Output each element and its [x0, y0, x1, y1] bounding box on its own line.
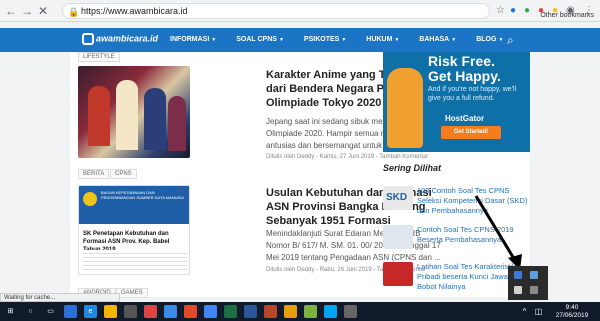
popular-thumbnail: SKD: [383, 186, 413, 210]
powerpoint-icon[interactable]: [264, 305, 277, 318]
site-logo[interactable]: awambicara.id: [82, 33, 158, 47]
anime-figure: [116, 80, 138, 150]
opera-icon[interactable]: [184, 305, 197, 318]
app-icon[interactable]: [324, 305, 337, 318]
app-icon[interactable]: [64, 305, 77, 318]
browser-toolbar: ← → ✕ 🔒 https://www.awambicara.id ☆ ● ● …: [0, 0, 600, 22]
caret-icon: ▼: [278, 37, 284, 43]
caret-icon: ▼: [498, 37, 504, 43]
network-icon[interactable]: ◫: [532, 305, 545, 318]
document-preview: [83, 250, 187, 272]
menu-item-hukum[interactable]: HUKUM ▼: [356, 28, 409, 52]
search-icon[interactable]: ○: [24, 305, 37, 318]
app-icon[interactable]: [164, 305, 177, 318]
menu-item-psikotes[interactable]: PSIKOTES ▼: [294, 28, 356, 52]
app-icon[interactable]: [344, 305, 357, 318]
ad-headline: Risk Free. Get Happy.: [428, 53, 501, 84]
ad-cta-button[interactable]: Get Started!: [441, 126, 501, 139]
lock-icon: 🔒: [68, 7, 80, 17]
star-icon[interactable]: ☆: [496, 4, 505, 18]
sidebar-title: Sering Dilihat: [383, 163, 442, 173]
caret-icon: ▼: [211, 37, 217, 43]
taskbar-clock[interactable]: 9:40 27/06/2019: [548, 304, 596, 320]
app-icon[interactable]: [144, 305, 157, 318]
caret-icon: ▼: [451, 37, 457, 43]
tag-lifestyle[interactable]: LIFESTYLE: [78, 52, 120, 62]
popular-thumbnail: [383, 262, 413, 286]
forward-icon[interactable]: →: [20, 4, 34, 18]
app-icon[interactable]: [304, 305, 317, 318]
caret-icon: ▼: [394, 37, 400, 43]
other-bookmarks[interactable]: Other bookmarks: [540, 12, 594, 19]
ad-brand: HostGator: [445, 114, 485, 123]
explorer-icon[interactable]: [104, 305, 117, 318]
bluetooth-icon[interactable]: [530, 271, 538, 279]
tag-berita[interactable]: BERITA: [78, 169, 110, 179]
menu-item-informasi[interactable]: INFORMASI ▼: [160, 28, 226, 52]
caret-icon: ▼: [341, 37, 347, 43]
browser-status: Waiting for cache...: [0, 293, 120, 302]
tray-app-icon[interactable]: [530, 286, 538, 294]
site-navbar: awambicara.id INFORMASI ▼ SOAL CPNS ▼ PSIK…: [0, 28, 600, 52]
excel-icon[interactable]: [224, 305, 237, 318]
edge-icon[interactable]: e: [84, 305, 97, 318]
thumbnail-header: BADAN KEPEGAWAIAN DAN PENGEMBANGAN SUMBE…: [101, 190, 184, 200]
tray-chevron-icon[interactable]: ^: [518, 305, 531, 318]
tray-app-icon[interactable]: [514, 271, 522, 279]
popular-thumbnail: [383, 225, 413, 249]
extension-icon[interactable]: ●: [510, 4, 516, 18]
article-thumbnail[interactable]: BADAN KEPEGAWAIAN DAN PENGEMBANGAN SUMBE…: [78, 185, 190, 275]
search-icon[interactable]: ⌕: [507, 33, 514, 48]
emblem-icon: [83, 192, 97, 206]
anime-figure: [168, 96, 186, 151]
task-view-icon[interactable]: ▭: [44, 305, 57, 318]
store-icon[interactable]: [124, 305, 137, 318]
chrome-icon[interactable]: [204, 305, 217, 318]
menu-item-soal-cpns[interactable]: SOAL CPNS ▼: [226, 28, 294, 52]
main-menu: INFORMASI ▼ SOAL CPNS ▼ PSIKOTES ▼ HUKUM ▼ B…: [160, 28, 513, 52]
word-icon[interactable]: [244, 305, 257, 318]
annotation-arrow: [474, 195, 522, 270]
tag-cpns[interactable]: CPNS: [110, 169, 137, 179]
app-icon[interactable]: [284, 305, 297, 318]
tray-app-icon[interactable]: [514, 286, 522, 294]
anime-figure: [144, 88, 166, 150]
article-meta: Ditulis oleh Deddy - Kamis, 27 Juni 2019…: [266, 154, 429, 160]
gator-mascot: [387, 68, 423, 148]
stop-icon[interactable]: ✕: [36, 4, 50, 18]
windows-taskbar: ⊞ ○ ▭ e ^ ◫ 9:40 27/06/2019: [0, 302, 600, 321]
logo-icon: [82, 33, 94, 45]
address-bar[interactable]: 🔒 https://www.awambicara.id: [62, 3, 490, 19]
extension-icon[interactable]: ●: [524, 4, 530, 18]
start-icon[interactable]: ⊞: [4, 305, 17, 318]
menu-item-bahasa[interactable]: BAHASA ▼: [409, 28, 466, 52]
thumbnail-banner: BADAN KEPEGAWAIAN DAN PENGEMBANGAN SUMBE…: [79, 186, 189, 224]
url-text: https://www.awambicara.id: [81, 6, 188, 16]
article-thumbnail[interactable]: [78, 66, 190, 158]
hostgator-ad[interactable]: Risk Free. Get Happy. And if you're not …: [383, 52, 530, 152]
ad-body: And if you're not happy, we'll give you …: [428, 86, 517, 102]
anime-figure: [88, 86, 110, 146]
tray-overflow-popup: [508, 266, 548, 300]
tag-games[interactable]: GAMES: [116, 288, 148, 298]
back-icon[interactable]: ←: [4, 4, 18, 18]
